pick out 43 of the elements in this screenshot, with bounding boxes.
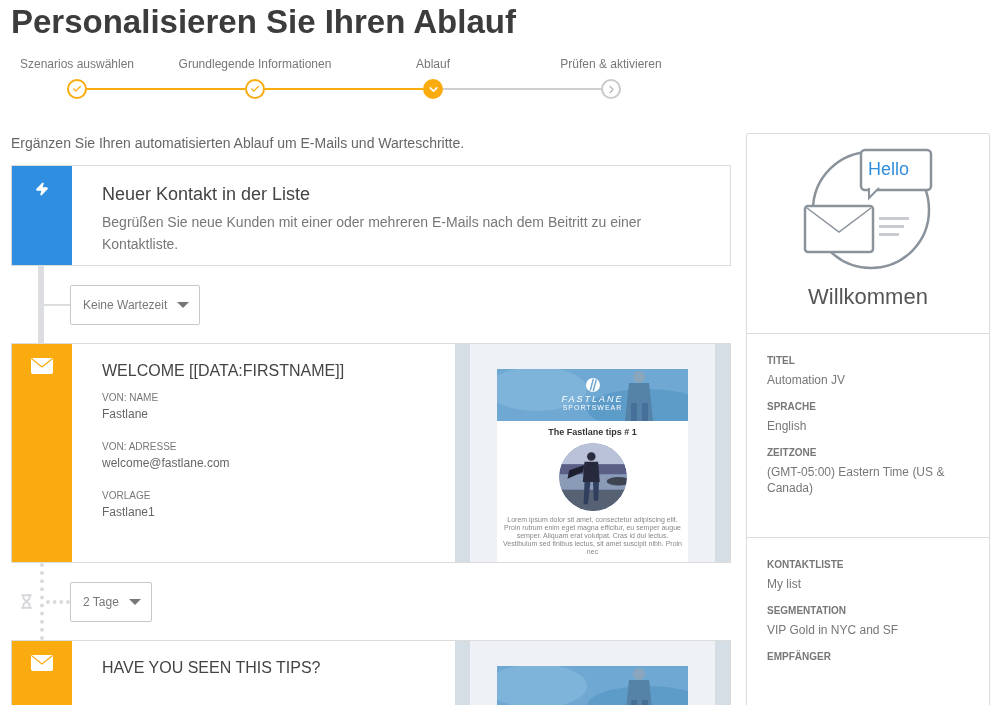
summary-label: SPRACHE [767, 400, 817, 414]
step-label: Grundlegende Informationen [178, 56, 332, 72]
summary-label: ZEITZONE [767, 446, 818, 460]
intro-text: Ergänzen Sie Ihren automatisierten Ablauf um E-Mails und Warteschritte. [11, 134, 466, 153]
summary-label: SEGMENTATION [767, 604, 848, 618]
step-label: Szenarios auswählen [19, 56, 135, 72]
summary-label: TITEL [767, 354, 796, 368]
field-label: VORLAGE [102, 489, 152, 503]
wait-dropdown[interactable]: 2 Tage [70, 581, 152, 622]
field-label: VON: ADRESSE [102, 440, 178, 454]
step-label: Prüfen & aktivieren [560, 56, 662, 72]
trigger-title: Neuer Kontakt in der Liste [102, 183, 312, 206]
brand-name: FASTLANE [561, 394, 624, 404]
summary-value: (GMT-05:00) Eastern Time (US & Canada) [767, 464, 946, 496]
trigger-description: Begrüßen Sie neue Kunden mit einer oder mehreren E-Mails nach dem Beitritt zu einer Kontaktliste. [102, 213, 643, 254]
page-title: Personalisieren Sie Ihren Ablauf [11, 2, 517, 42]
caret-icon [177, 301, 190, 308]
summary-value: Automation JV [767, 372, 847, 388]
email-card[interactable] [11, 343, 731, 563]
trigger-card[interactable]: Neuer Kontakt in der Liste Begrüßen Sie neue Kunden mit einer oder mehreren E-Mails nach dem Beitritt zu einer Kontaktliste. [11, 165, 731, 266]
summary-label: EMPFÄNGER [767, 650, 832, 664]
email-title: HAVE YOU SEEN THIS TIPS? [102, 658, 322, 678]
field-value: welcome@fastlane.com [102, 455, 231, 472]
field-label: VON: NAME [102, 391, 160, 405]
field-value: Fastlane [102, 406, 150, 423]
step-label: Ablauf [416, 56, 450, 72]
field-value: Fastlane1 [102, 504, 156, 521]
bubble-text: Hello [868, 158, 910, 180]
hourglass-icon [19, 594, 34, 609]
wait-dropdown[interactable]: Keine Wartezeit [70, 284, 201, 325]
summary-value: VIP Gold in NYC and SF [767, 622, 900, 638]
summary-heading: Willkommen [808, 283, 928, 311]
summary-value: English [767, 418, 808, 434]
envelope-icon [31, 655, 53, 671]
summary-label: KONTAKTLISTE [767, 558, 845, 572]
caret-icon [128, 598, 141, 605]
summary-value: My list [767, 576, 802, 592]
logo-icon [585, 378, 600, 392]
lightning-icon [35, 182, 49, 196]
email-card[interactable]: HAVE YOU SEEN THIS TIPS? [11, 640, 731, 705]
envelope-icon [31, 358, 53, 374]
email-title: WELCOME [[DATA:FIRSTNAME]] [102, 361, 346, 381]
email-heading: The Fastlane tips # 1 [548, 426, 637, 438]
